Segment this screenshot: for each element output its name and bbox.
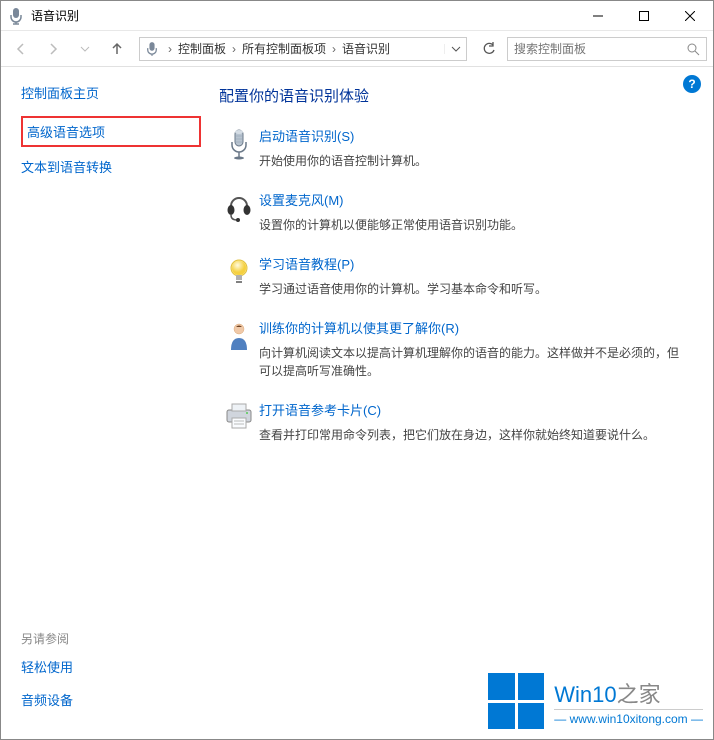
reference-link[interactable]: 打开语音参考卡片(C) bbox=[259, 403, 381, 418]
setup-mic-desc: 设置你的计算机以便能够正常使用语音识别功能。 bbox=[259, 216, 689, 234]
chevron-right-icon: › bbox=[164, 42, 176, 56]
window: 语音识别 › 控制面板 › 所有控制面板项 › 语音识别 ? 控制面板主页 bbox=[0, 0, 714, 740]
titlebar-icon bbox=[1, 7, 31, 25]
option-train: 训练你的计算机以使其更了解你(R) 向计算机阅读文本以提高计算机理解你的语音的能… bbox=[219, 318, 689, 380]
breadcrumb-bar[interactable]: › 控制面板 › 所有控制面板项 › 语音识别 bbox=[139, 37, 467, 61]
option-start-speech: 启动语音识别(S) 开始使用你的语音控制计算机。 bbox=[219, 126, 689, 170]
chevron-right-icon: › bbox=[228, 42, 240, 56]
refresh-button[interactable] bbox=[475, 37, 503, 61]
microphone-icon bbox=[140, 41, 164, 57]
back-button[interactable] bbox=[7, 35, 35, 63]
headset-icon bbox=[219, 190, 259, 234]
content: ? 控制面板主页 高级语音选项 文本到语音转换 另请参阅 轻松使用 音频设备 配… bbox=[1, 67, 713, 739]
windows-logo-icon bbox=[488, 673, 544, 729]
titlebar: 语音识别 bbox=[1, 1, 713, 31]
option-tutorial: 学习语音教程(P) 学习通过语音使用你的计算机。学习基本命令和听写。 bbox=[219, 254, 689, 298]
recent-dropdown[interactable] bbox=[71, 35, 99, 63]
train-desc: 向计算机阅读文本以提高计算机理解你的语音的能力。这样做并不是必须的，但可以提高听… bbox=[259, 344, 689, 380]
train-link[interactable]: 训练你的计算机以使其更了解你(R) bbox=[259, 321, 459, 336]
navbar: › 控制面板 › 所有控制面板项 › 语音识别 bbox=[1, 31, 713, 67]
sidebar-advanced-link[interactable]: 高级语音选项 bbox=[27, 122, 189, 141]
see-also-heading: 另请参阅 bbox=[21, 630, 201, 647]
search-icon[interactable] bbox=[686, 42, 700, 56]
crumb-control-panel[interactable]: 控制面板 bbox=[176, 40, 228, 57]
start-speech-desc: 开始使用你的语音控制计算机。 bbox=[259, 152, 689, 170]
sidebar-audio-link[interactable]: 音频设备 bbox=[21, 690, 201, 709]
lightbulb-icon bbox=[219, 254, 259, 298]
chevron-right-icon: › bbox=[328, 42, 340, 56]
microphone-icon bbox=[219, 126, 259, 170]
up-button[interactable] bbox=[103, 35, 131, 63]
see-also-section: 另请参阅 轻松使用 音频设备 bbox=[21, 630, 201, 723]
crumb-speech[interactable]: 语音识别 bbox=[340, 40, 392, 57]
minimize-button[interactable] bbox=[575, 1, 621, 31]
page-title: 配置你的语音识别体验 bbox=[219, 85, 689, 106]
option-reference: 打开语音参考卡片(C) 查看并打印常用命令列表，把它们放在身边，这样你就始终知道… bbox=[219, 400, 689, 444]
start-speech-link[interactable]: 启动语音识别(S) bbox=[259, 129, 354, 144]
person-icon bbox=[219, 318, 259, 380]
watermark-url: — www.win10xitong.com — bbox=[554, 709, 703, 726]
sidebar-ease-link[interactable]: 轻松使用 bbox=[21, 657, 201, 676]
help-button[interactable]: ? bbox=[683, 75, 701, 93]
window-title: 语音识别 bbox=[31, 7, 575, 24]
crumb-all-items[interactable]: 所有控制面板项 bbox=[240, 40, 328, 57]
forward-button[interactable] bbox=[39, 35, 67, 63]
watermark: Win10之家 — www.win10xitong.com — bbox=[488, 673, 703, 729]
sidebar-home-link[interactable]: 控制面板主页 bbox=[21, 83, 201, 102]
setup-mic-link[interactable]: 设置麦克风(M) bbox=[259, 193, 344, 208]
maximize-button[interactable] bbox=[621, 1, 667, 31]
sidebar-tts-link[interactable]: 文本到语音转换 bbox=[21, 157, 201, 176]
option-setup-mic: 设置麦克风(M) 设置你的计算机以便能够正常使用语音识别功能。 bbox=[219, 190, 689, 234]
tutorial-desc: 学习通过语音使用你的计算机。学习基本命令和听写。 bbox=[259, 280, 689, 298]
watermark-brand: Win10之家 bbox=[554, 677, 703, 709]
address-dropdown[interactable] bbox=[444, 44, 466, 54]
tutorial-link[interactable]: 学习语音教程(P) bbox=[259, 257, 354, 272]
sidebar: 控制面板主页 高级语音选项 文本到语音转换 另请参阅 轻松使用 音频设备 bbox=[1, 67, 201, 739]
highlighted-option: 高级语音选项 bbox=[21, 116, 201, 147]
printer-icon bbox=[219, 400, 259, 444]
reference-desc: 查看并打印常用命令列表，把它们放在身边，这样你就始终知道要说什么。 bbox=[259, 426, 689, 444]
search-input[interactable] bbox=[514, 42, 686, 56]
main-panel: 配置你的语音识别体验 启动语音识别(S) 开始使用你的语音控制计算机。 设置麦克… bbox=[201, 67, 713, 739]
search-box[interactable] bbox=[507, 37, 707, 61]
close-button[interactable] bbox=[667, 1, 713, 31]
